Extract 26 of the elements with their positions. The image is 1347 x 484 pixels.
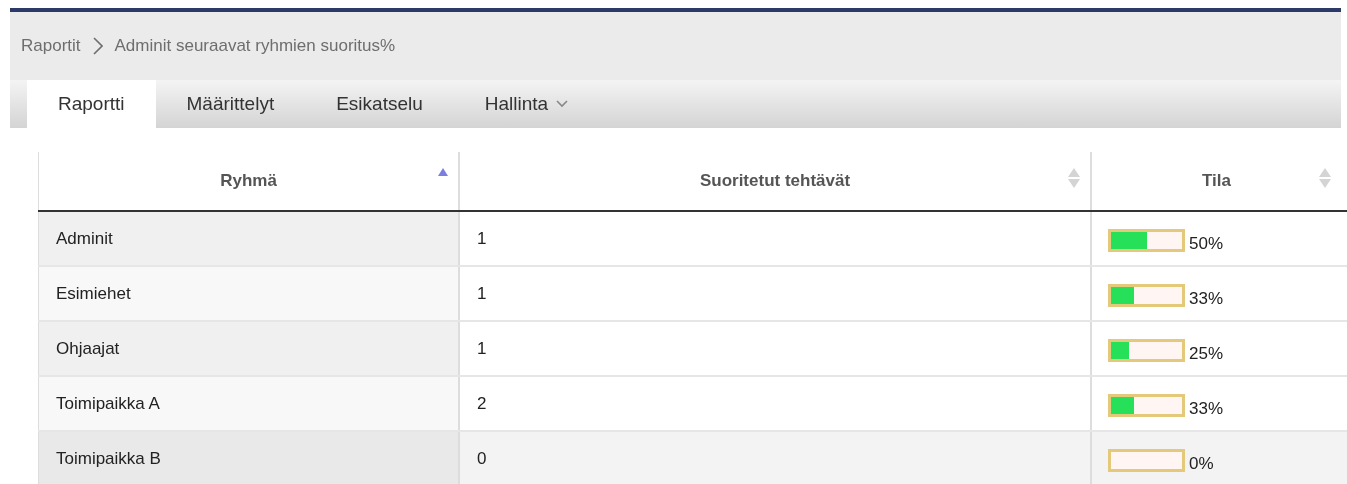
caret-icon: [556, 100, 569, 108]
chevron-right-icon: [92, 37, 103, 55]
progress-reading: 0%: [1189, 452, 1214, 475]
progress-reading: 50%: [1189, 232, 1224, 255]
table-cell: Toimipaikka A: [38, 377, 458, 430]
breadcrumb-item[interactable]: Raportit: [21, 33, 81, 59]
table-cell: Ohjaajat: [38, 322, 458, 375]
table-cell: 1: [458, 212, 1090, 265]
table-cell: Esimiehet: [38, 267, 458, 320]
table-cell: 2: [458, 377, 1090, 430]
column-header[interactable]: Suoritetut tehtävät: [458, 152, 1090, 210]
tab[interactable]: Hallinta: [453, 80, 600, 128]
progress-reading: 33%: [1189, 397, 1224, 420]
progress-reading: 25%: [1189, 342, 1224, 365]
column-header[interactable]: Ryhmä: [38, 152, 458, 210]
tab[interactable]: Määrittelyt: [155, 80, 306, 128]
breadcrumb-item: Adminit seuraavat ryhmien suoritus%: [114, 35, 396, 58]
table-cell: 1: [458, 267, 1090, 320]
table-cell: 0: [458, 432, 1090, 484]
tab[interactable]: Esikatselu: [305, 80, 454, 128]
table-cell: Toimipaikka B: [38, 432, 458, 484]
tab[interactable]: Raportti: [27, 80, 156, 128]
progress-reading: 33%: [1189, 287, 1224, 310]
column-header[interactable]: Tila: [1090, 152, 1341, 210]
table-cell: 1: [458, 322, 1090, 375]
table-cell: Adminit: [38, 212, 458, 265]
